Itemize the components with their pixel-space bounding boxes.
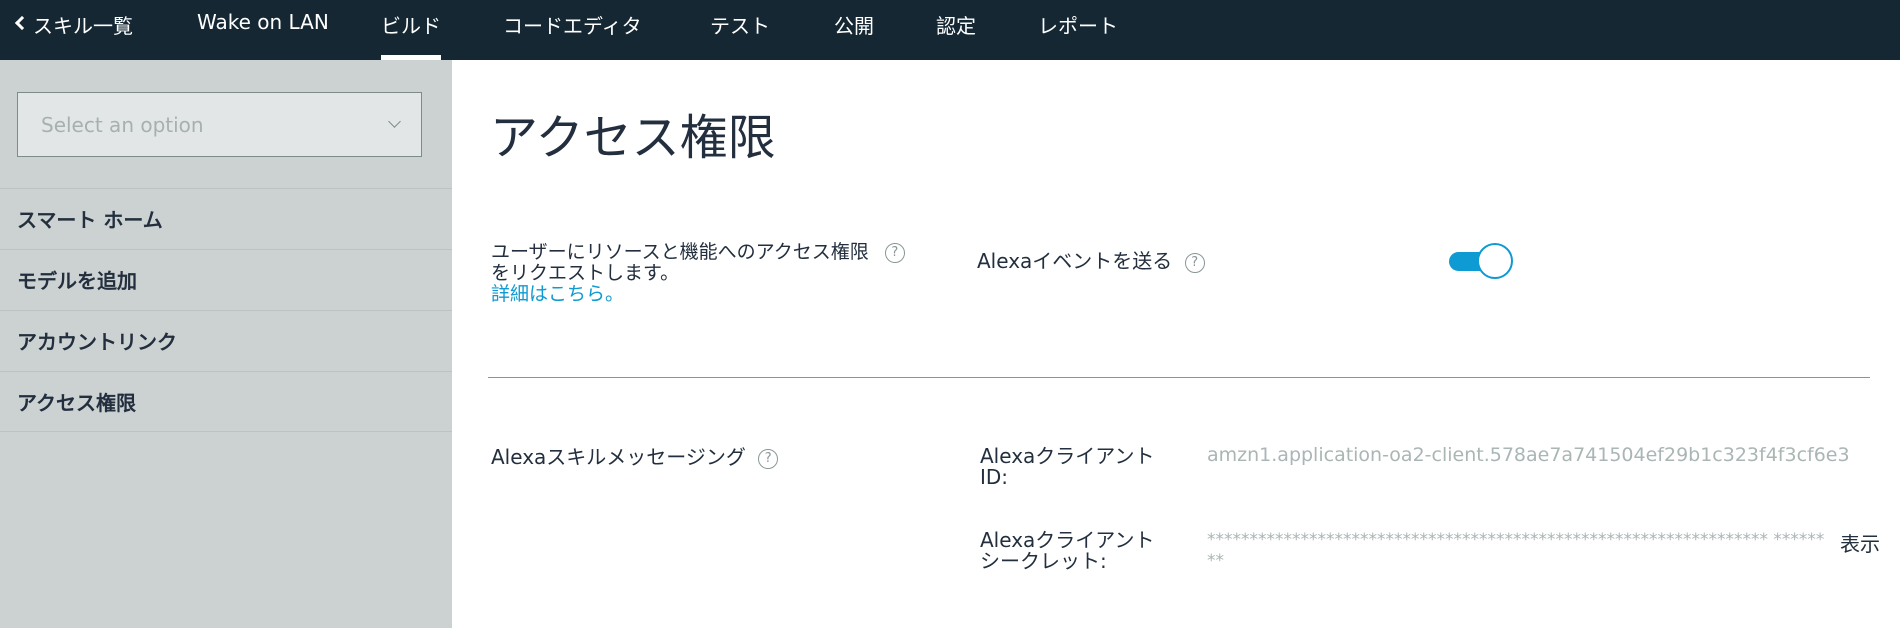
client-id-label-line-2: ID: bbox=[980, 465, 1009, 489]
sidebar: Select an option スマート ホーム モデルを追加 アカウントリン… bbox=[0, 60, 452, 628]
nav-item-label: レポート bbox=[1038, 14, 1118, 38]
sidebar-item-label: モデルを追加 bbox=[17, 269, 137, 293]
nav-item-label: 認定 bbox=[936, 14, 976, 38]
nav-item-build[interactable]: ビルド bbox=[381, 0, 441, 60]
nav-item-label: 公開 bbox=[834, 14, 874, 38]
client-secret-label: Alexaクライアント シークレット: bbox=[980, 530, 1154, 572]
help-icon[interactable]: ? bbox=[758, 448, 779, 469]
permissions-description: ユーザーにリソースと機能へのアクセス権限 ? をリクエストします。 詳細はこちら… bbox=[491, 242, 921, 305]
sidebar-item-label: スマート ホーム bbox=[17, 208, 163, 232]
client-secret-label-line-2: シークレット: bbox=[980, 549, 1107, 573]
nav-item-label: ビルド bbox=[381, 14, 441, 38]
section-divider bbox=[488, 377, 1870, 378]
chevron-left-icon bbox=[14, 15, 30, 31]
nav-item-label: コードエディタ bbox=[503, 14, 642, 38]
select-placeholder: Select an option bbox=[41, 113, 204, 137]
skill-model-select[interactable]: Select an option bbox=[17, 92, 422, 157]
client-secret-value: ****************************************… bbox=[1207, 530, 1825, 571]
nav-item-report[interactable]: レポート bbox=[1038, 0, 1118, 60]
description-line-1: ユーザーにリソースと機能へのアクセス権限 bbox=[491, 241, 869, 263]
back-to-skills-label: スキル一覧 bbox=[33, 14, 133, 38]
description-line-2: をリクエストします。 bbox=[491, 262, 680, 284]
nav-item-certification[interactable]: 認定 bbox=[936, 0, 976, 60]
help-icon[interactable]: ? bbox=[1184, 252, 1205, 273]
nav-item-label: Wake on LAN bbox=[197, 10, 329, 34]
help-icon[interactable]: ? bbox=[884, 242, 905, 263]
nav-item-skill-name[interactable]: Wake on LAN bbox=[197, 0, 329, 60]
client-id-value: amzn1.application-oa2-client.578ae7a7415… bbox=[1207, 444, 1850, 466]
sidebar-menu: スマート ホーム モデルを追加 アカウントリンク アクセス権限 bbox=[0, 188, 452, 432]
client-id-label: Alexaクライアント ID: bbox=[980, 446, 1154, 488]
toggle-knob bbox=[1477, 243, 1513, 279]
skill-messaging-text: Alexaスキルメッセージング bbox=[491, 445, 746, 469]
back-to-skills-link[interactable]: スキル一覧 bbox=[12, 0, 133, 60]
nav-item-publish[interactable]: 公開 bbox=[834, 0, 874, 60]
nav-item-label: テスト bbox=[710, 14, 770, 38]
sidebar-item-permissions[interactable]: アクセス権限 bbox=[0, 371, 452, 432]
sidebar-item-smart-home[interactable]: スマート ホーム bbox=[0, 188, 452, 249]
sidebar-item-label: アカウントリンク bbox=[17, 330, 177, 354]
sidebar-item-add-model[interactable]: モデルを追加 bbox=[0, 249, 452, 310]
send-alexa-events-toggle[interactable] bbox=[1449, 243, 1513, 279]
chevron-down-icon bbox=[388, 115, 401, 128]
send-alexa-events-text: Alexaイベントを送る bbox=[977, 249, 1173, 273]
sidebar-item-account-linking[interactable]: アカウントリンク bbox=[0, 310, 452, 371]
top-nav: スキル一覧 Wake on LAN ビルド コードエディタ テスト 公開 認定 … bbox=[0, 0, 1900, 60]
learn-more-link[interactable]: 詳細はこちら。 bbox=[491, 283, 624, 305]
nav-item-test[interactable]: テスト bbox=[710, 0, 770, 60]
skill-messaging-label: Alexaスキルメッセージング ? bbox=[491, 441, 779, 470]
nav-item-code-editor[interactable]: コードエディタ bbox=[503, 0, 642, 60]
sidebar-item-label: アクセス権限 bbox=[17, 391, 136, 415]
show-secret-link[interactable]: 表示 bbox=[1840, 528, 1880, 557]
page-title: アクセス権限 bbox=[490, 110, 776, 166]
send-alexa-events-label: Alexaイベントを送る ? bbox=[977, 245, 1205, 274]
